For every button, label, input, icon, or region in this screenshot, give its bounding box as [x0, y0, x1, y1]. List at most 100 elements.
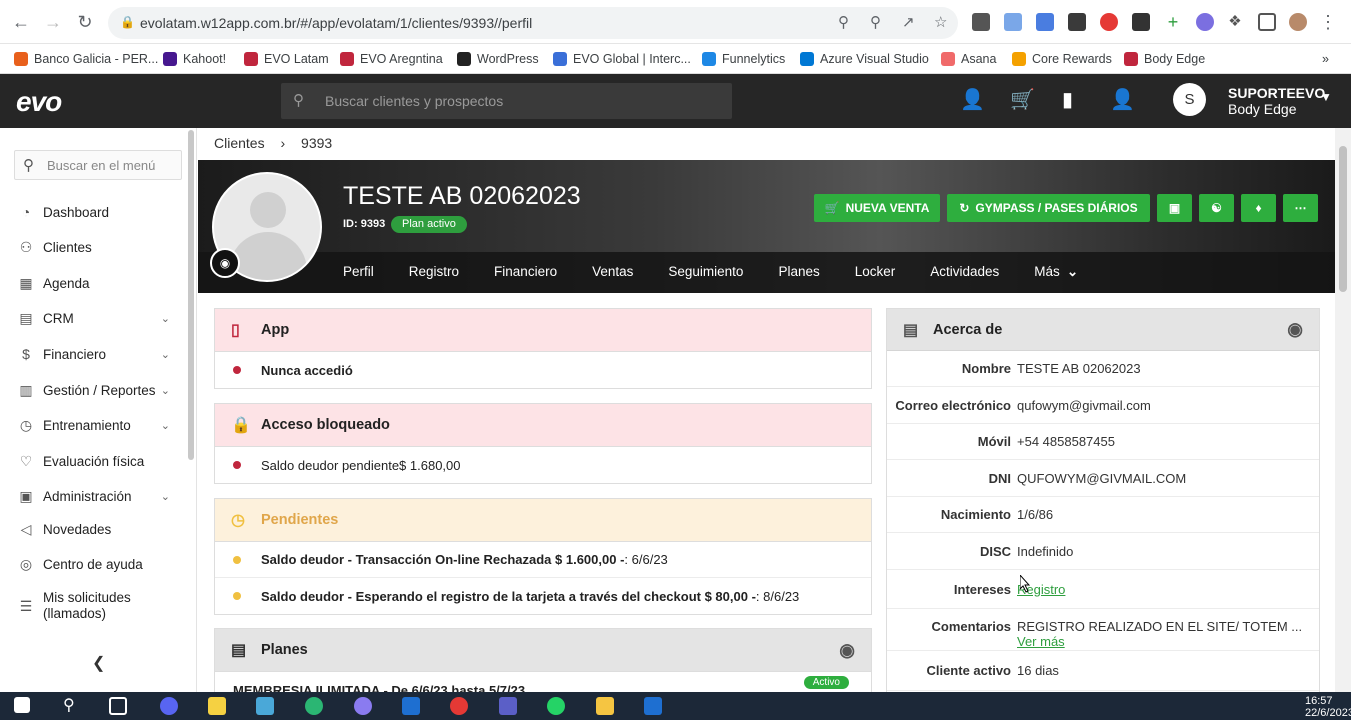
bookmark-item[interactable]: Banco Galicia - PER...: [14, 49, 158, 69]
see-more-link[interactable]: Ver más: [1017, 634, 1319, 649]
zoom-icon[interactable]: ⚲: [870, 13, 881, 31]
discord-icon[interactable]: [160, 697, 178, 715]
collapse-sidebar-icon[interactable]: ❮: [92, 653, 105, 673]
back-arrow-icon[interactable]: ←: [9, 10, 33, 34]
user-name[interactable]: SUPORTEEVO: [1228, 85, 1325, 101]
key-icon[interactable]: ⚲: [838, 13, 849, 31]
tablet-icon[interactable]: ▮: [1062, 90, 1073, 110]
puzzle-icon[interactable]: ❖: [1226, 13, 1244, 31]
extension-icon[interactable]: [1004, 13, 1022, 31]
sticky-notes-icon[interactable]: [208, 697, 226, 715]
bookmark-item[interactable]: Core Rewards: [1012, 49, 1112, 69]
adblock-icon[interactable]: [1100, 13, 1118, 31]
more-options-button[interactable]: ⋯: [1283, 194, 1318, 222]
about-field-value[interactable]: Registro: [1017, 582, 1319, 597]
gympass-button[interactable]: ↻ GYMPASS / PASES DIÁRIOS: [947, 194, 1150, 222]
profile-tab[interactable]: Registro: [409, 264, 459, 280]
profile-avatar[interactable]: [1289, 13, 1307, 31]
url-text[interactable]: evolatam.w12app.com.br/#/app/evolatam/1/…: [140, 15, 532, 31]
bookmark-item[interactable]: Body Edge: [1124, 49, 1205, 69]
new-sale-button[interactable]: 🛒 NUEVA VENTA: [814, 194, 940, 222]
sidebar-item[interactable]: ◎ Centro de ayuda: [16, 553, 176, 575]
card-button[interactable]: ▣: [1157, 194, 1192, 222]
kebab-menu-icon[interactable]: ⋮: [1316, 10, 1340, 34]
windows-start-icon[interactable]: [14, 697, 30, 713]
extension-icon[interactable]: [1196, 13, 1214, 31]
edge-icon[interactable]: [305, 697, 323, 715]
pending-row[interactable]: Saldo deudor - Esperando el registro de …: [215, 578, 871, 614]
eye-icon[interactable]: ◉: [839, 640, 855, 661]
notification-button[interactable]: ♦: [1241, 194, 1276, 222]
profile-tab[interactable]: Perfil: [343, 264, 374, 280]
breadcrumb-clientes[interactable]: Clientes: [214, 135, 265, 151]
sidebar-item[interactable]: ⚇ Clientes: [16, 236, 176, 258]
menu-search-input[interactable]: ⚲ Buscar en el menú: [14, 150, 182, 180]
search-icon[interactable]: ⚲: [63, 697, 81, 715]
share-icon[interactable]: ↗: [902, 13, 915, 31]
plus-icon[interactable]: +: [1164, 13, 1182, 31]
profile-tab[interactable]: Planes: [778, 264, 819, 280]
profile-tab[interactable]: Más: [1034, 264, 1060, 280]
extension-icon[interactable]: [972, 13, 990, 31]
add-user-icon[interactable]: 👤: [960, 90, 985, 110]
sidebar-item[interactable]: $ Financiero ⌄: [16, 343, 176, 365]
sidebar-item[interactable]: ▣ Administración ⌄: [16, 485, 176, 507]
profile-tab[interactable]: Seguimiento: [668, 264, 743, 280]
reload-icon[interactable]: ↻: [73, 10, 97, 34]
extension-icon[interactable]: [1132, 13, 1150, 31]
sidebar-item[interactable]: ▦ Agenda: [16, 272, 176, 294]
profile-tab[interactable]: Actividades: [930, 264, 999, 280]
forward-arrow-icon[interactable]: →: [41, 10, 65, 34]
teams-icon[interactable]: [499, 697, 517, 715]
app-icon[interactable]: [354, 697, 372, 715]
address-bar[interactable]: 🔒 evolatam.w12app.com.br/#/app/evolatam/…: [108, 7, 958, 39]
group-button[interactable]: ☯: [1199, 194, 1234, 222]
user-check-icon[interactable]: 👤: [1110, 90, 1135, 110]
chrome-icon[interactable]: [450, 697, 468, 715]
profile-tab[interactable]: Financiero: [494, 264, 557, 280]
sidebar-item[interactable]: ☰ Mis solicitudes (llamados): [16, 589, 176, 623]
bookmark-item[interactable]: Azure Visual Studio: [800, 49, 929, 69]
sidebar-item[interactable]: ▤ CRM ⌄: [16, 307, 176, 329]
bookmark-item[interactable]: Kahoot!: [163, 49, 226, 69]
bookmark-item[interactable]: Asana: [941, 49, 996, 69]
star-icon[interactable]: ☆: [934, 13, 947, 31]
extension-icon[interactable]: [1036, 13, 1054, 31]
camera-icon[interactable]: ◉: [210, 248, 240, 278]
bookmark-item[interactable]: Funnelytics: [702, 49, 785, 69]
whatsapp-icon[interactable]: [547, 697, 565, 715]
client-search-input[interactable]: ⚲ Buscar clientes y prospectos: [281, 83, 732, 119]
chevron-down-icon[interactable]: ⌄: [1067, 264, 1078, 280]
sidebar-scrollbar[interactable]: [188, 130, 194, 460]
user-gym[interactable]: Body Edge: [1228, 101, 1297, 117]
pending-row[interactable]: Saldo deudor - Transacción On-line Recha…: [215, 542, 871, 578]
sidebar-item[interactable]: ◁ Novedades: [16, 518, 176, 540]
page-scrollbar-thumb[interactable]: [1339, 146, 1347, 292]
caret-down-icon[interactable]: ▼: [1320, 90, 1332, 104]
bookmark-item[interactable]: EVO Aregntina: [340, 49, 443, 69]
cart-icon[interactable]: 🛒: [1010, 90, 1035, 110]
page-scrollbar[interactable]: [1335, 128, 1351, 692]
outlook-icon[interactable]: [402, 697, 420, 715]
task-view-icon[interactable]: [109, 697, 127, 715]
sidebar-item[interactable]: ♡ Evaluación física: [16, 450, 176, 472]
evo-logo[interactable]: evo: [16, 86, 62, 118]
sidebar-item[interactable]: ▥ Gestión / Reportes ⌄: [16, 379, 176, 401]
taskbar-clock[interactable]: 16:57 22/6/2023: [1305, 695, 1351, 719]
sidebar-item[interactable]: ◔ Dashboard: [16, 201, 176, 223]
bookmarks-overflow-icon[interactable]: »: [1322, 49, 1329, 69]
outlook-icon[interactable]: [644, 697, 662, 715]
sidebar-item[interactable]: ◷ Entrenamiento ⌄: [16, 414, 176, 436]
profile-tab[interactable]: Locker: [855, 264, 896, 280]
sidepanel-icon[interactable]: [1258, 13, 1276, 31]
folder-icon[interactable]: [596, 697, 614, 715]
bookmark-item[interactable]: EVO Global | Interc...: [553, 49, 691, 69]
app-icon[interactable]: [256, 697, 274, 715]
user-avatar[interactable]: S: [1173, 83, 1206, 116]
extension-icon[interactable]: [1068, 13, 1086, 31]
bookmark-item[interactable]: WordPress: [457, 49, 539, 69]
plan-row[interactable]: MEMBRESIA ILIMITADA - De 6/6/23 hasta 5/…: [215, 672, 871, 692]
eye-icon[interactable]: ◉: [1287, 319, 1303, 340]
bookmark-item[interactable]: EVO Latam: [244, 49, 329, 69]
profile-tab[interactable]: Ventas: [592, 264, 633, 280]
